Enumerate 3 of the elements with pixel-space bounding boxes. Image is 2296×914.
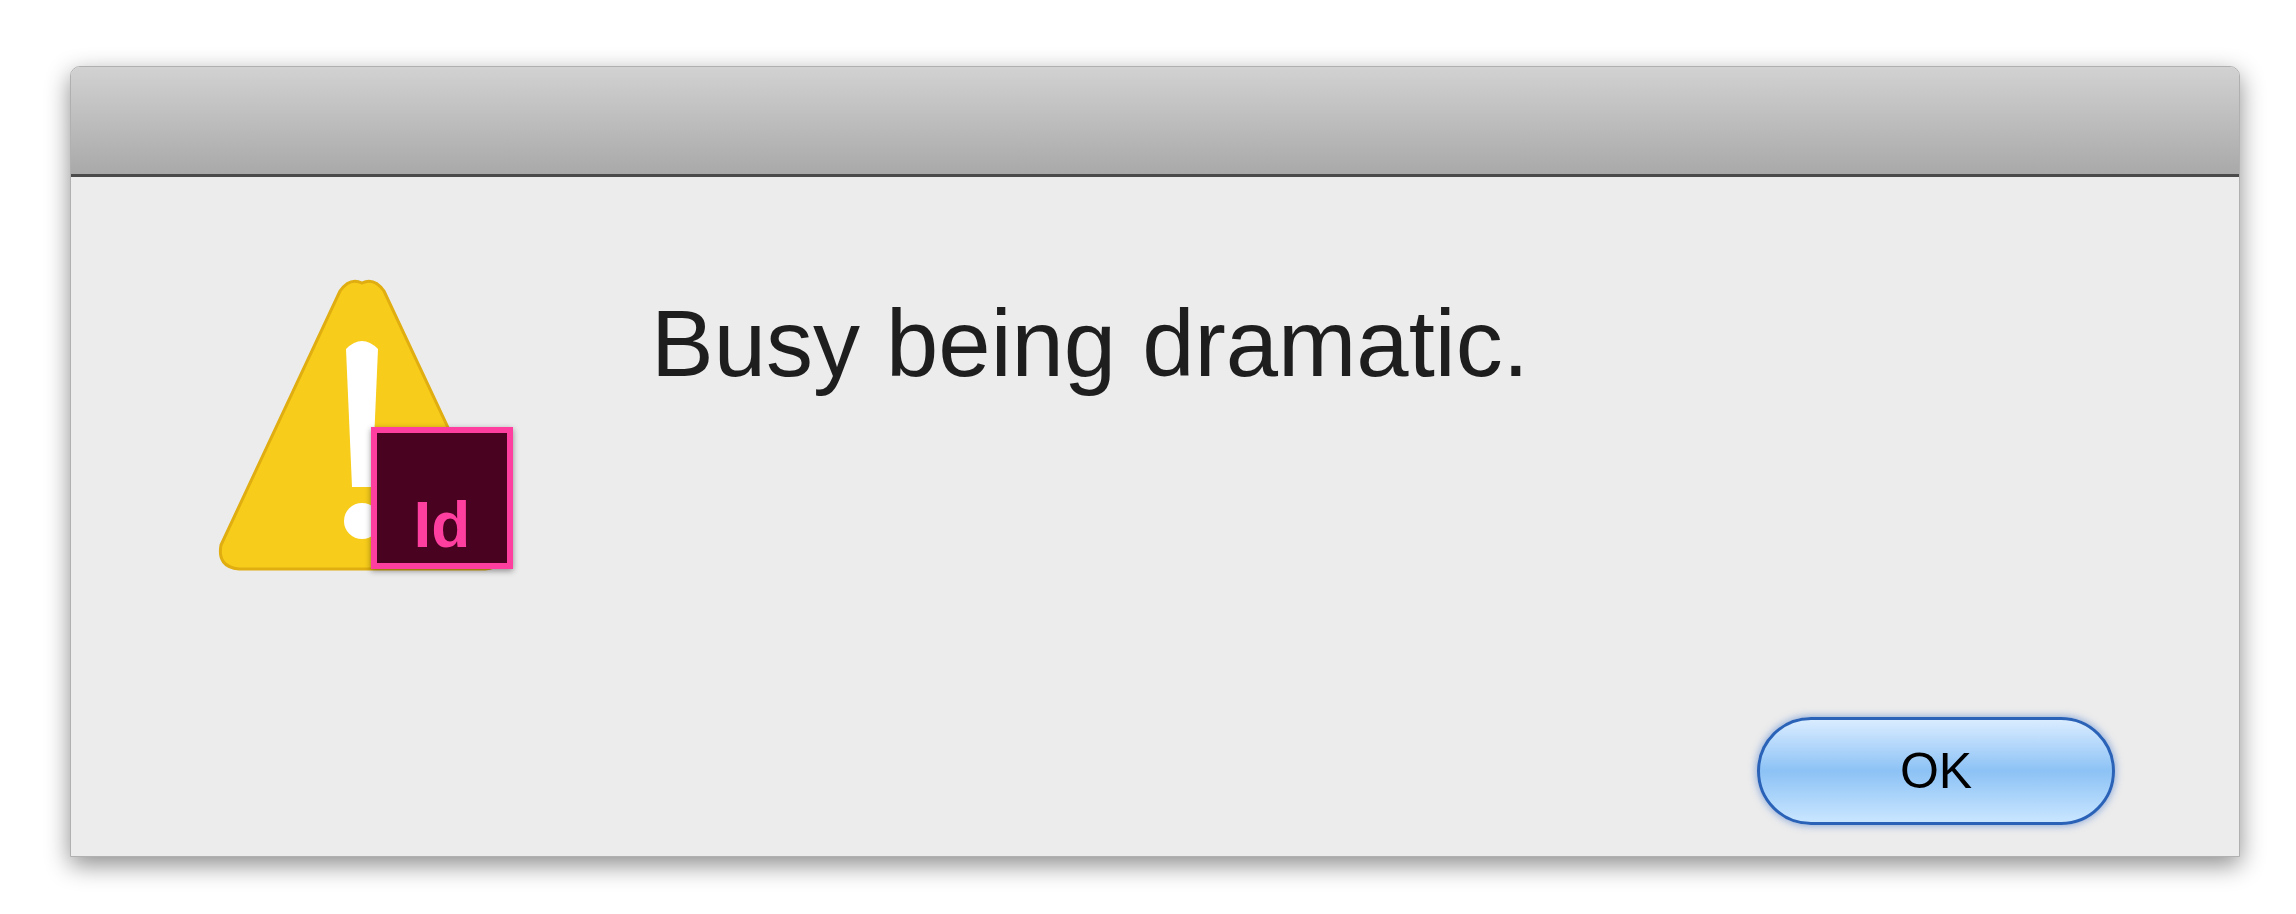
alert-message: Busy being dramatic. bbox=[651, 291, 1529, 396]
ok-button[interactable]: OK bbox=[1757, 717, 2115, 825]
app-badge: Id bbox=[371, 427, 513, 569]
